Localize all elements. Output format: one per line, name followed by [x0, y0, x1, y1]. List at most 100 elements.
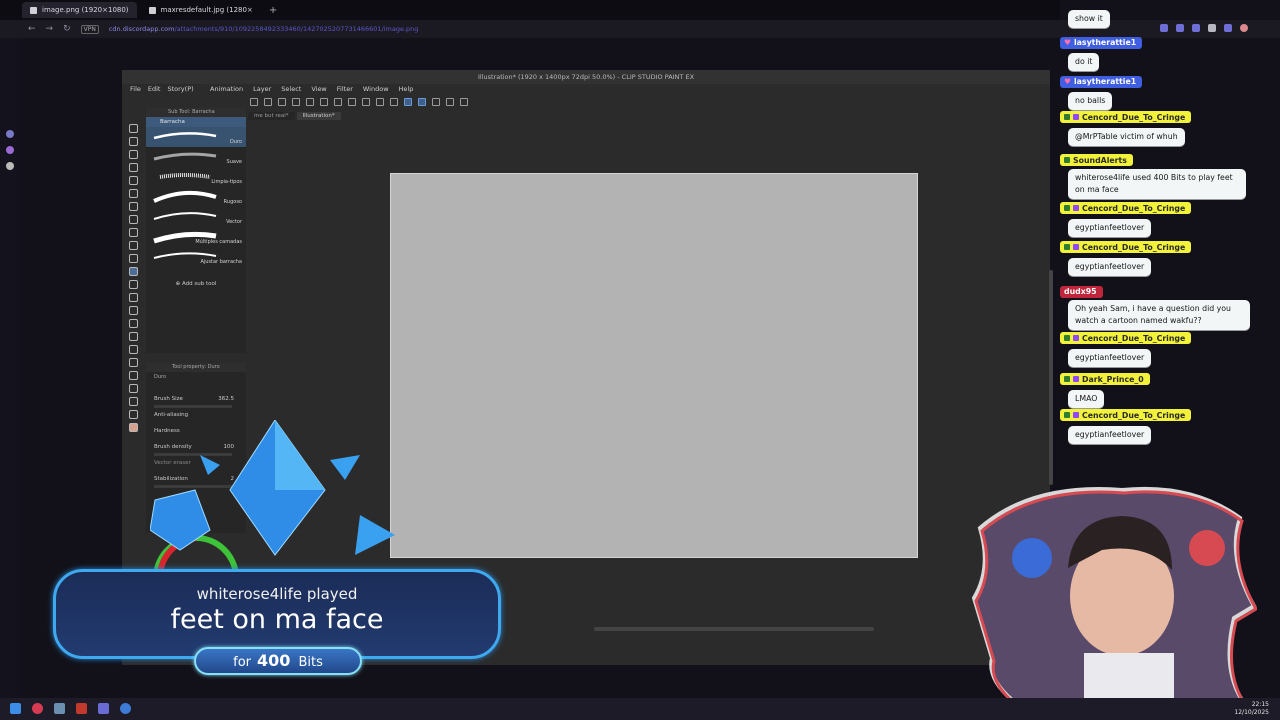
- add-sub-tool-button[interactable]: ⊕ Add sub tool: [146, 281, 246, 287]
- ruler-icon[interactable]: [390, 98, 398, 106]
- pencil-icon[interactable]: [129, 215, 138, 224]
- twitch-icon[interactable]: [6, 146, 14, 154]
- shape-icon[interactable]: [129, 358, 138, 367]
- vertical-scrollbar[interactable]: [1049, 270, 1053, 485]
- chat-username-text: lasytherattie1: [1074, 77, 1137, 86]
- menu-story[interactable]: Story(P): [167, 84, 193, 95]
- menu-file[interactable]: File: [130, 84, 141, 95]
- system-clock[interactable]: 22:15 12/10/2025: [1234, 701, 1269, 717]
- help-icon[interactable]: [460, 98, 468, 106]
- brush-limpia-tipos[interactable]: Limpia-tipos: [146, 167, 246, 187]
- figure-icon[interactable]: [129, 319, 138, 328]
- transform-icon[interactable]: [362, 98, 370, 106]
- brush-duro[interactable]: Duro: [146, 127, 246, 147]
- brush-stroke-icon: [159, 173, 211, 179]
- opera-icon[interactable]: [32, 703, 43, 714]
- sub-badge-icon: [1073, 335, 1079, 341]
- back-icon[interactable]: ←: [28, 24, 36, 34]
- fill-icon[interactable]: [334, 98, 342, 106]
- fill-bucket-icon[interactable]: [129, 293, 138, 302]
- menu-window[interactable]: Window: [363, 84, 389, 95]
- save-icon[interactable]: [278, 98, 286, 106]
- magnifier-icon[interactable]: [129, 189, 138, 198]
- frame-icon[interactable]: [129, 332, 138, 341]
- brush-size-label: Brush Size: [154, 396, 183, 402]
- chat-username: Cencord_Due_To_Cringe: [1060, 202, 1192, 214]
- tool-palette: [126, 120, 144, 470]
- line-icon[interactable]: [129, 345, 138, 354]
- airbrush-icon[interactable]: [129, 241, 138, 250]
- reload-icon[interactable]: ↻: [63, 24, 71, 34]
- undo-icon[interactable]: [292, 98, 300, 106]
- text-icon[interactable]: [129, 384, 138, 393]
- menu-layer[interactable]: Layer: [253, 84, 271, 95]
- open-icon[interactable]: [264, 98, 272, 106]
- grid-icon[interactable]: [376, 98, 384, 106]
- brush-size-slider[interactable]: [154, 405, 232, 408]
- snap-ruler-icon[interactable]: [418, 98, 426, 106]
- eyedropper-icon[interactable]: [129, 176, 138, 185]
- brush-rugoso[interactable]: Rugoso: [146, 187, 246, 207]
- brush-vector[interactable]: Vector: [146, 207, 246, 227]
- menu-help[interactable]: Help: [399, 84, 414, 95]
- lasso-icon[interactable]: [129, 163, 138, 172]
- browser-tab-image[interactable]: image.png (1920×1080): [22, 2, 137, 18]
- horizontal-scrollbar[interactable]: [594, 627, 874, 631]
- menu-select[interactable]: Select: [281, 84, 301, 95]
- brush-ajustar-barracha[interactable]: Ajustar barracha: [146, 247, 246, 267]
- snap-icon[interactable]: [404, 98, 412, 106]
- menu-edit[interactable]: Edit: [148, 84, 161, 95]
- doc-tab-illustration[interactable]: Illustration*: [296, 112, 341, 120]
- brush-icon[interactable]: [129, 228, 138, 237]
- gear-icon[interactable]: [320, 98, 328, 106]
- gradient-icon[interactable]: [129, 306, 138, 315]
- chat-username: SoundAlerts: [1060, 154, 1133, 166]
- color-swatch-icon[interactable]: [129, 423, 138, 432]
- steam-icon[interactable]: [54, 703, 65, 714]
- pen-pressure-icon[interactable]: [432, 98, 440, 106]
- brush-label: Rugoso: [223, 199, 242, 205]
- move-icon[interactable]: [129, 150, 138, 159]
- browser-icon[interactable]: [120, 703, 131, 714]
- chat-message: Cencord_Due_To_Cringe egyptianfeetlover: [1060, 326, 1192, 367]
- chat-message: Cencord_Due_To_Cringe @MrPTable victim o…: [1060, 105, 1192, 146]
- menu-view[interactable]: View: [311, 84, 326, 95]
- correct-line-icon[interactable]: [129, 410, 138, 419]
- eraser-icon[interactable]: [129, 267, 138, 276]
- app-icon[interactable]: [98, 703, 109, 714]
- brush-label: Suave: [226, 159, 242, 165]
- chat-message: Dark_Prince_0 LMAO: [1060, 367, 1150, 408]
- menu-animation[interactable]: Animation: [210, 84, 243, 95]
- video-app-icon[interactable]: [76, 703, 87, 714]
- url-field[interactable]: cdn.discordapp.com/attachments/910/10922…: [109, 25, 419, 33]
- decoration-icon[interactable]: [129, 254, 138, 263]
- x-icon[interactable]: [6, 162, 14, 170]
- chat-message-text: whiterose4life used 400 Bits to play fee…: [1068, 169, 1246, 199]
- browser-tab-maxres[interactable]: maxresdefault.jpg (1280×: [141, 2, 261, 18]
- zoom-icon[interactable]: [129, 137, 138, 146]
- hand-icon[interactable]: [129, 124, 138, 133]
- clear-icon[interactable]: [348, 98, 356, 106]
- tab-label: image.png (1920×1080): [42, 6, 129, 14]
- new-tab-button[interactable]: +: [269, 5, 277, 16]
- pen-icon[interactable]: [129, 202, 138, 211]
- menu-filter[interactable]: Filter: [337, 84, 353, 95]
- forward-icon[interactable]: →: [46, 24, 54, 34]
- balloon-icon[interactable]: [129, 397, 138, 406]
- new-file-icon[interactable]: [250, 98, 258, 106]
- url-path: /attachments/910/1092258492333460/142702…: [174, 25, 419, 33]
- brush-size-row[interactable]: Brush Size 362.5: [146, 394, 246, 410]
- doc-tab-me-but-real[interactable]: me but real*: [248, 112, 295, 120]
- drawing-canvas[interactable]: [390, 173, 918, 558]
- ellipse-icon[interactable]: [129, 371, 138, 380]
- settings-icon[interactable]: [6, 130, 14, 138]
- brush-multiples-camadas[interactable]: Múltiples camadas: [146, 227, 246, 247]
- windows-start-icon[interactable]: [10, 703, 21, 714]
- redo-icon[interactable]: [306, 98, 314, 106]
- subtool-group-tab[interactable]: Barracha: [146, 117, 246, 127]
- brush-suave[interactable]: Suave: [146, 147, 246, 167]
- blend-icon[interactable]: [129, 280, 138, 289]
- menu-bar-right: Animation Layer Select View Filter Windo…: [210, 84, 413, 95]
- vpn-badge[interactable]: VPN: [80, 24, 99, 34]
- smartphone-icon[interactable]: [446, 98, 454, 106]
